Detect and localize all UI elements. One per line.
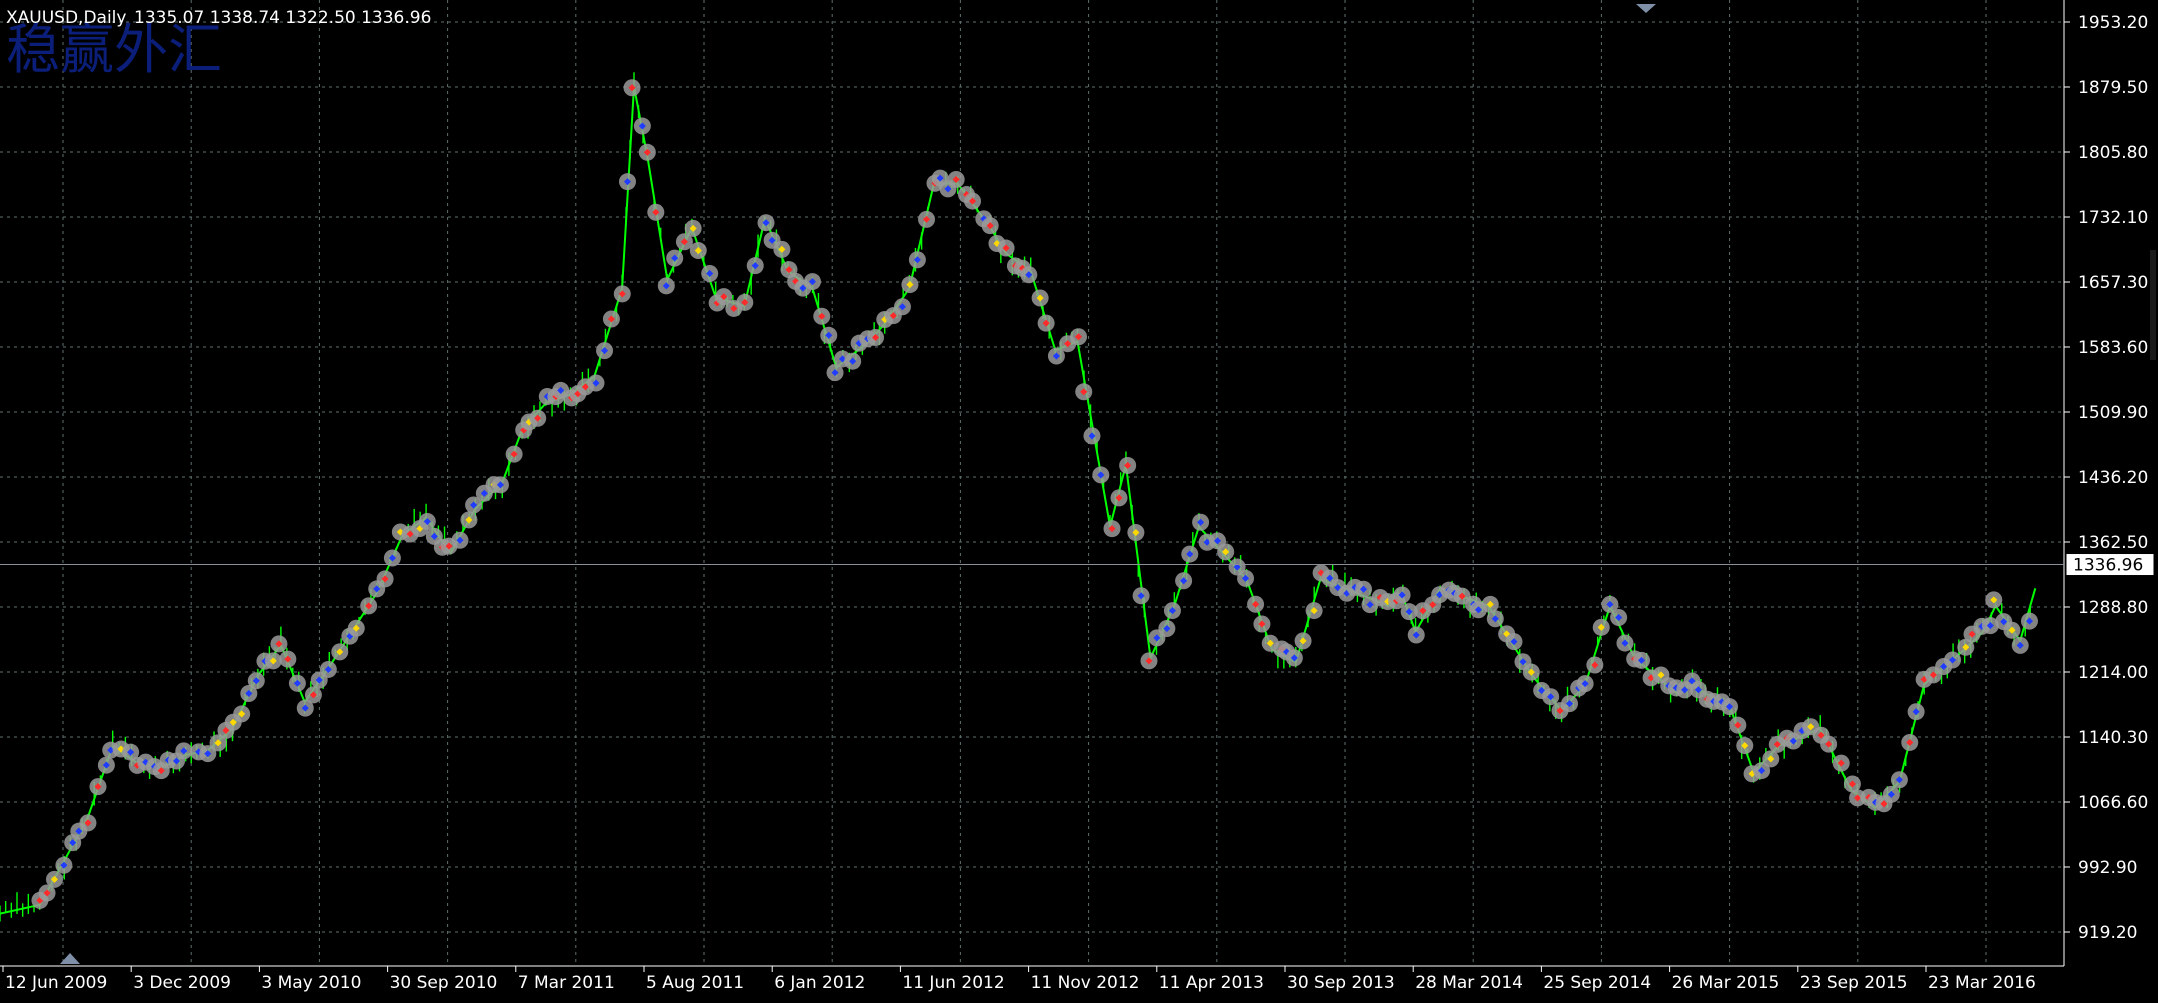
symbol-label: XAUUSD,Daily	[6, 8, 126, 28]
y-tick-label: 1732.10	[2078, 208, 2148, 228]
y-tick-label: 1066.60	[2078, 793, 2148, 813]
x-tick-label: 30 Sep 2010	[390, 973, 498, 993]
x-tick-label: 23 Mar 2016	[1928, 973, 2036, 993]
x-tick-label: 12 Jun 2009	[5, 973, 107, 993]
y-tick-label: 1214.00	[2078, 663, 2148, 683]
y-tick-label: 1953.20	[2078, 13, 2148, 33]
x-tick-label: 5 Aug 2011	[646, 973, 744, 993]
ohlc-readout: 1335.07 1338.74 1322.50 1336.96	[134, 8, 431, 28]
y-tick-label: 1362.50	[2078, 533, 2148, 553]
x-tick-label: 3 Dec 2009	[133, 973, 231, 993]
price-tag: 1336.96	[2065, 553, 2155, 577]
x-tick-label: 11 Jun 2012	[902, 973, 1004, 993]
x-tick-label: 3 May 2010	[261, 973, 361, 993]
y-tick-label: 1879.50	[2078, 78, 2148, 98]
y-tick-label: 1583.60	[2078, 338, 2148, 358]
y-tick-label: 1288.80	[2078, 598, 2148, 618]
y-tick-label: 1805.80	[2078, 143, 2148, 163]
y-tick-label: 1509.90	[2078, 403, 2148, 423]
x-tick-label: 25 Sep 2014	[1543, 973, 1651, 993]
x-tick-label: 28 Mar 2014	[1415, 973, 1523, 993]
y-tick-label: 1657.30	[2078, 273, 2148, 293]
x-tick-label: 11 Apr 2013	[1159, 973, 1264, 993]
x-tick-label: 30 Sep 2013	[1287, 973, 1395, 993]
chart-svg: 稳赢外汇 1953.201879.501805.801732.101657.30…	[0, 0, 2158, 999]
x-tick-label: 11 Nov 2012	[1031, 973, 1140, 993]
y-tick-label: 1436.20	[2078, 468, 2148, 488]
x-tick-label: 23 Sep 2015	[1800, 973, 1908, 993]
current-price-label: 1336.96	[2073, 556, 2143, 576]
y-tick-label: 919.20	[2078, 923, 2137, 943]
y-tick-label: 1140.30	[2078, 728, 2148, 748]
y-tick-label: 992.90	[2078, 858, 2137, 878]
x-tick-label: 7 Mar 2011	[518, 973, 615, 993]
chart-background	[0, 0, 2158, 999]
x-tick-label: 26 Mar 2015	[1672, 973, 1780, 993]
scrollbar-thumb[interactable]	[2150, 250, 2156, 360]
x-tick-label: 6 Jan 2012	[774, 973, 865, 993]
chart: 稳赢外汇 1953.20 1879.50 1805.80 1732.10 1657.30…	[0, 0, 2158, 999]
